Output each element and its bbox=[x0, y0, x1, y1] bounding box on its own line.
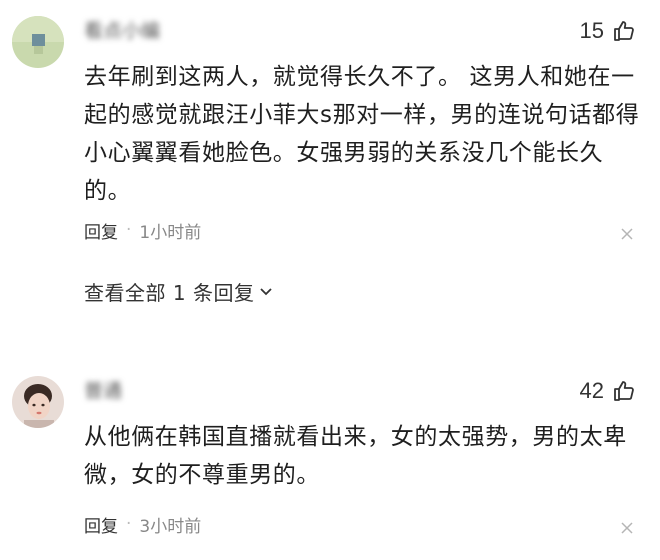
avatar[interactable] bbox=[12, 16, 64, 68]
thumbs-up-icon bbox=[614, 381, 634, 401]
comment-meta: 回复 · 3小时前 bbox=[84, 512, 202, 537]
reply-button[interactable]: 回复 bbox=[84, 512, 118, 537]
meta-separator: · bbox=[126, 514, 132, 534]
timestamp: 3小时前 bbox=[139, 516, 202, 537]
chevron-down-icon bbox=[260, 288, 273, 296]
comment-item: 看点小编 15 去年刷到这两人，就觉得长久不了。 这男人和她在一起的感觉就跟汪小… bbox=[0, 0, 660, 330]
like-count: 15 bbox=[579, 18, 604, 43]
username[interactable]: 看点小编 bbox=[84, 20, 160, 42]
like-button[interactable]: 15 bbox=[580, 16, 636, 46]
close-icon[interactable] bbox=[620, 521, 634, 535]
comment-meta: 回复 · 1小时前 bbox=[84, 218, 202, 243]
comment-text: 从他俩在韩国直播就看出来，女的太强势，男的太卑微，女的不尊重男的。 bbox=[84, 424, 627, 488]
close-icon[interactable] bbox=[620, 227, 634, 241]
thumbs-up-icon bbox=[614, 21, 634, 41]
view-all-replies-button[interactable]: 查看全部 1 条回复 bbox=[84, 277, 274, 305]
comment-item: 普通 42 从他俩在韩国直播就看出来，女的太强势，男的太卑微，女的不尊重男的。 … bbox=[0, 360, 660, 560]
avatar[interactable] bbox=[12, 376, 64, 428]
timestamp: 1小时前 bbox=[139, 222, 202, 243]
username[interactable]: 普通 bbox=[84, 380, 122, 402]
comment-text: 去年刷到这两人，就觉得长久不了。 这男人和她在一起的感觉就跟汪小菲大s那对一样，… bbox=[84, 64, 640, 204]
meta-separator: · bbox=[126, 220, 132, 240]
like-button[interactable]: 42 bbox=[580, 376, 636, 406]
view-replies-label: 查看全部 1 条回复 bbox=[84, 280, 255, 305]
like-count: 42 bbox=[579, 378, 604, 403]
reply-button[interactable]: 回复 bbox=[84, 218, 118, 243]
